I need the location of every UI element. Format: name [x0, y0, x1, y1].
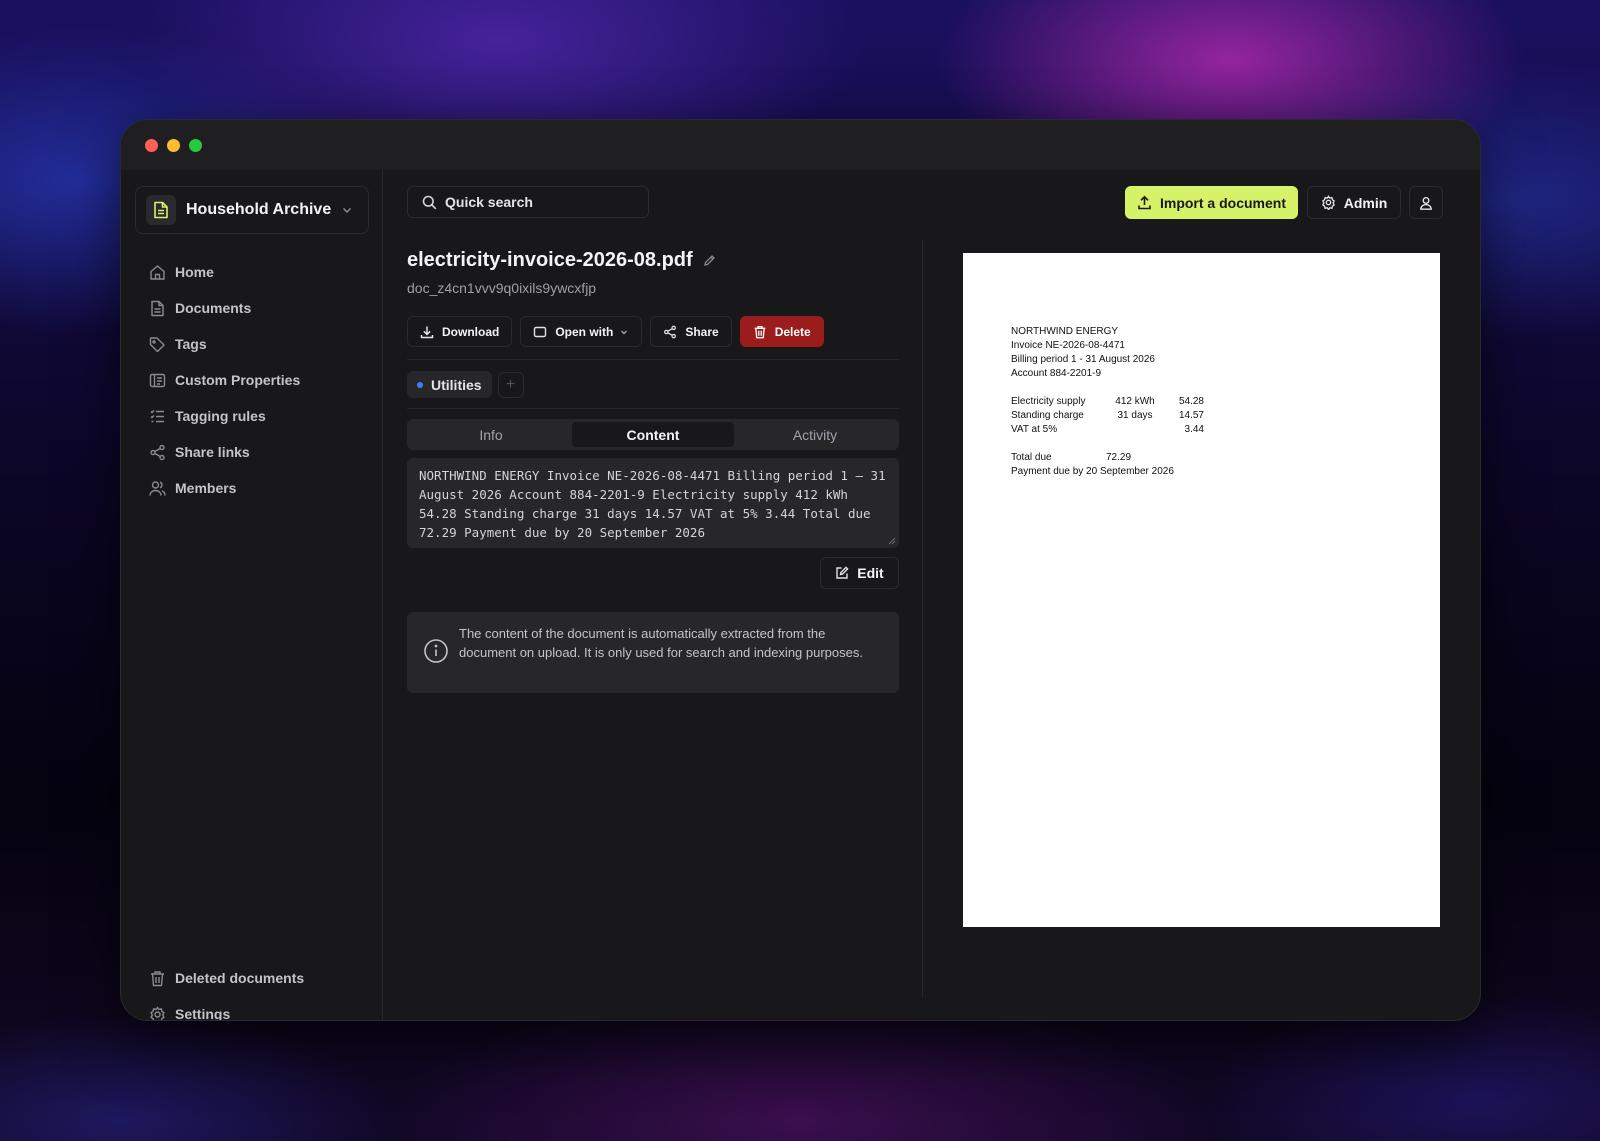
content-text: NORTHWIND ENERGY Invoice NE-2026-08-4471…: [419, 468, 886, 540]
resize-grip-icon[interactable]: [888, 537, 896, 545]
info-icon: [424, 639, 448, 663]
share-icon: [664, 325, 677, 338]
document-actions: Download Open with Share Delete: [407, 316, 899, 347]
preview-company: NORTHWIND ENERGY: [1011, 326, 1119, 337]
sidebar-item-tagging-rules[interactable]: Tagging rules: [149, 398, 300, 434]
sidebar-item-documents[interactable]: Documents: [149, 290, 300, 326]
preview-line-item: Standing charge 31 days 14.57: [1011, 410, 1204, 421]
sidebar-bottom-nav: Deleted documents Settings: [149, 960, 304, 1021]
sidebar: Household Archive Home Documents Tags Cu…: [121, 170, 383, 1020]
preview-invoice: Invoice NE-2026-08-4471: [1011, 340, 1125, 351]
sidebar-item-label: Deleted documents: [175, 970, 305, 986]
preview-line-item: VAT at 5% 3.44: [1011, 424, 1204, 435]
quick-search-button[interactable]: Quick search: [407, 186, 649, 218]
upload-icon: [1138, 195, 1151, 210]
tag-color-dot: [417, 381, 423, 388]
document-details-panel: electricity-invoice-2026-08.pdf doc_z4cn…: [407, 246, 899, 693]
sidebar-item-share-links[interactable]: Share links: [149, 434, 300, 470]
info-text: The content of the document is automatic…: [459, 626, 863, 660]
sidebar-item-tags[interactable]: Tags: [149, 326, 300, 362]
import-document-button[interactable]: Import a document: [1125, 186, 1298, 219]
user-menu-button[interactable]: [1409, 186, 1443, 219]
users-icon: [149, 480, 166, 496]
sidebar-item-label: Tags: [175, 336, 207, 352]
sidebar-item-label: Members: [175, 480, 237, 496]
document-preview: NORTHWIND ENERGY Invoice NE-2026-08-4471…: [963, 253, 1440, 927]
sidebar-item-deleted-documents[interactable]: Deleted documents: [149, 960, 304, 996]
sidebar-nav: Home Documents Tags Custom Properties Ta…: [149, 254, 300, 506]
document-tags: Utilities +: [407, 371, 899, 398]
properties-icon: [149, 373, 166, 387]
window-icon: [534, 326, 547, 337]
sidebar-item-label: Home: [175, 264, 214, 280]
preview-total: Total due 72.29: [1011, 452, 1132, 463]
title-bar: [121, 120, 1480, 170]
preview-payment-due: Payment due by 20 September 2026: [1011, 466, 1174, 477]
preview-billing: Billing period 1 - 31 August 2026: [1011, 354, 1155, 365]
sidebar-item-label: Tagging rules: [175, 408, 266, 424]
list-icon: [150, 409, 164, 422]
download-icon: [420, 326, 434, 338]
minimize-window-button[interactable]: [167, 139, 180, 152]
app-window: Household Archive Home Documents Tags Cu…: [120, 119, 1481, 1021]
tab-info[interactable]: Info: [410, 422, 572, 447]
preview-account: Account 884-2201-9: [1011, 368, 1102, 379]
edit-content-button[interactable]: Edit: [820, 557, 899, 589]
pencil-icon[interactable]: [703, 254, 716, 267]
sidebar-item-custom-properties[interactable]: Custom Properties: [149, 362, 300, 398]
sidebar-item-label: Share links: [175, 444, 250, 460]
share-icon: [150, 444, 165, 460]
add-tag-button[interactable]: +: [497, 371, 524, 398]
tab-activity[interactable]: Activity: [734, 422, 896, 447]
sidebar-item-members[interactable]: Members: [149, 470, 300, 506]
document-icon: [151, 300, 164, 316]
main-area: Quick search Import a document Admin ele…: [383, 170, 1480, 1020]
content-info-callout: The content of the document is automatic…: [407, 612, 899, 693]
workspace-name: Household Archive: [186, 201, 332, 218]
chevron-down-icon: [342, 207, 352, 214]
home-icon: [150, 264, 165, 280]
document-id: doc_z4cn1vvv9q0ixils9ywcxfjp: [407, 280, 597, 296]
tab-content[interactable]: Content: [572, 422, 734, 447]
tag-icon: [149, 336, 165, 352]
user-icon: [1420, 196, 1432, 210]
sidebar-item-label: Custom Properties: [175, 372, 301, 388]
delete-button[interactable]: Delete: [739, 316, 824, 347]
edit-icon: [836, 566, 849, 579]
download-button[interactable]: Download: [407, 316, 513, 347]
admin-button[interactable]: Admin: [1307, 186, 1401, 219]
divider: [407, 408, 899, 409]
trash-icon: [754, 325, 766, 338]
sidebar-item-label: Documents: [175, 300, 252, 316]
document-content-text[interactable]: NORTHWIND ENERGY Invoice NE-2026-08-4471…: [407, 458, 899, 548]
maximize-window-button[interactable]: [189, 139, 202, 152]
tag-chip[interactable]: Utilities: [407, 371, 492, 398]
quick-search-label: Quick search: [445, 194, 533, 210]
gear-icon: [150, 1005, 165, 1020]
sidebar-item-settings[interactable]: Settings: [149, 996, 304, 1021]
search-icon: [422, 195, 437, 209]
sidebar-item-label: Settings: [175, 1006, 231, 1021]
panel-divider: [922, 240, 923, 998]
document-tabs: Info Content Activity: [407, 419, 899, 450]
open-with-button[interactable]: Open with: [520, 316, 643, 347]
sidebar-item-home[interactable]: Home: [149, 254, 300, 290]
close-window-button[interactable]: [145, 139, 158, 152]
preview-line-item: Electricity supply 412 kWh 54.28: [1011, 396, 1204, 407]
workspace-document-icon: [146, 195, 176, 225]
divider: [407, 359, 899, 360]
share-button[interactable]: Share: [650, 316, 732, 347]
document-title: electricity-invoice-2026-08.pdf: [407, 248, 693, 271]
gear-icon: [1321, 195, 1335, 210]
workspace-switcher[interactable]: Household Archive: [135, 186, 369, 234]
chevron-down-icon: [621, 330, 628, 334]
trash-icon: [151, 970, 164, 986]
